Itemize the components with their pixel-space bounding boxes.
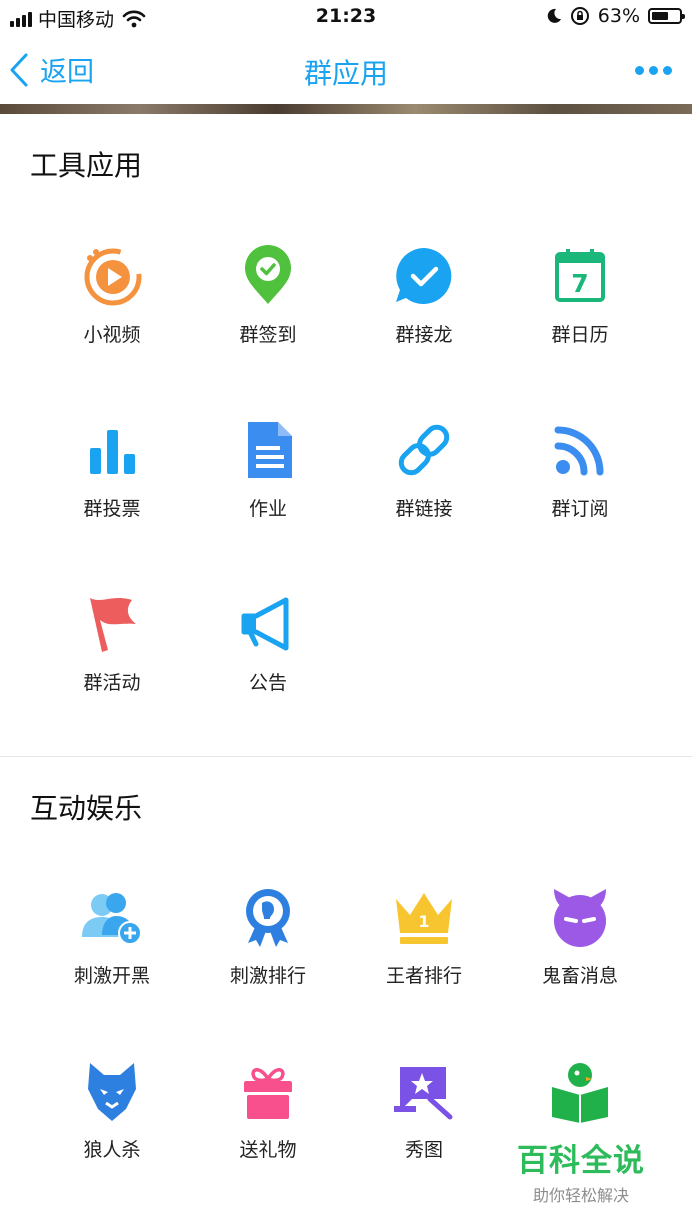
section-title-tools: 工具应用 — [30, 149, 143, 182]
app-label: 送礼物 — [239, 1139, 297, 1161]
watermark: 百科全说 助你轻松解决 — [516, 1135, 646, 1206]
bar-chart-icon — [90, 430, 135, 474]
app-king-ranking[interactable]: 1 王者排行 — [346, 885, 502, 988]
gift-icon — [244, 1068, 292, 1119]
app-label: 作业 — [248, 498, 287, 520]
app-group-vote[interactable]: 群投票 — [34, 418, 190, 521]
app-label: 群订阅 — [551, 498, 609, 520]
navigation-bar: 返回 群应用 — [0, 36, 692, 106]
app-label: 刺激排行 — [229, 965, 306, 987]
banner-image-strip — [0, 104, 692, 114]
app-show-picture[interactable]: 秀图 — [346, 1059, 502, 1162]
app-label: 狼人杀 — [83, 1139, 141, 1161]
dot-icon — [649, 66, 658, 75]
app-label: 群活动 — [83, 672, 141, 694]
app-kichiku-message[interactable]: 鬼畜消息 — [502, 885, 658, 988]
app-label: 鬼畜消息 — [541, 965, 618, 987]
video-icon — [84, 248, 142, 306]
app-group-subscribe[interactable]: 群订阅 — [502, 418, 658, 521]
wolf-icon — [88, 1063, 136, 1121]
status-right: 63% — [546, 5, 685, 27]
app-label: 秀图 — [404, 1139, 443, 1161]
app-group-calendar[interactable]: 7 群日历 — [502, 244, 658, 347]
devil-icon — [554, 889, 606, 947]
document-icon — [248, 422, 292, 478]
app-label: 群接龙 — [395, 324, 453, 346]
team-add-icon — [82, 893, 142, 945]
app-werewolf[interactable]: 狼人杀 — [34, 1059, 190, 1162]
app-small-video[interactable]: 小视频 — [34, 244, 190, 347]
magic-picture-icon — [394, 1067, 453, 1120]
rotation-lock-icon — [570, 7, 589, 25]
rss-icon — [554, 426, 604, 476]
app-exciting-ranking[interactable]: 刺激排行 — [190, 885, 346, 988]
app-label: 小视频 — [83, 324, 141, 346]
app-group-activity[interactable]: 群活动 — [34, 592, 190, 695]
battery-icon — [648, 8, 685, 24]
app-group-relay[interactable]: 群接龙 — [346, 244, 502, 347]
app-label: 刺激开黑 — [73, 965, 150, 987]
dot-icon — [635, 66, 644, 75]
svg-text:1: 1 — [418, 912, 429, 931]
flag-icon — [90, 598, 136, 652]
app-announcement[interactable]: 公告 — [190, 592, 346, 695]
status-bar: 中国移动 21:23 63% — [0, 0, 692, 36]
watermark-title: 百科全说 — [517, 1143, 645, 1179]
crown-icon: 1 — [396, 893, 452, 944]
app-penguin-book[interactable] — [502, 1059, 658, 1135]
tools-section: 工具应用 小视频 群签到 群接龙 7 群日历 群投票 作业 群链接 群订阅 群活… — [0, 114, 692, 756]
megaphone-icon — [241, 597, 289, 651]
app-group-link[interactable]: 群链接 — [346, 418, 502, 521]
penguin-book-icon — [552, 1063, 608, 1123]
dot-icon — [663, 66, 672, 75]
medal-icon — [246, 889, 290, 947]
calendar-icon: 7 — [555, 249, 605, 302]
moon-icon — [547, 8, 561, 23]
link-icon — [398, 424, 450, 476]
checkin-pin-icon — [245, 245, 291, 304]
app-label: 群投票 — [83, 498, 141, 520]
page-title: 群应用 — [303, 57, 388, 90]
app-label: 群签到 — [239, 324, 297, 346]
app-group-checkin[interactable]: 群签到 — [190, 244, 346, 347]
app-send-gift[interactable]: 送礼物 — [190, 1059, 346, 1162]
app-label: 群链接 — [395, 498, 453, 520]
more-button[interactable] — [635, 66, 672, 75]
chat-check-icon — [396, 248, 452, 304]
app-homework[interactable]: 作业 — [190, 418, 346, 521]
app-label: 公告 — [248, 672, 287, 694]
app-label: 王者排行 — [385, 965, 462, 987]
battery-percent: 63% — [597, 5, 640, 27]
app-label: 群日历 — [551, 324, 609, 346]
svg-text:7: 7 — [571, 269, 588, 298]
watermark-subtitle: 助你轻松解决 — [532, 1186, 629, 1205]
section-title-entertainment: 互动娱乐 — [30, 792, 143, 825]
app-team-play[interactable]: 刺激开黑 — [34, 885, 190, 988]
